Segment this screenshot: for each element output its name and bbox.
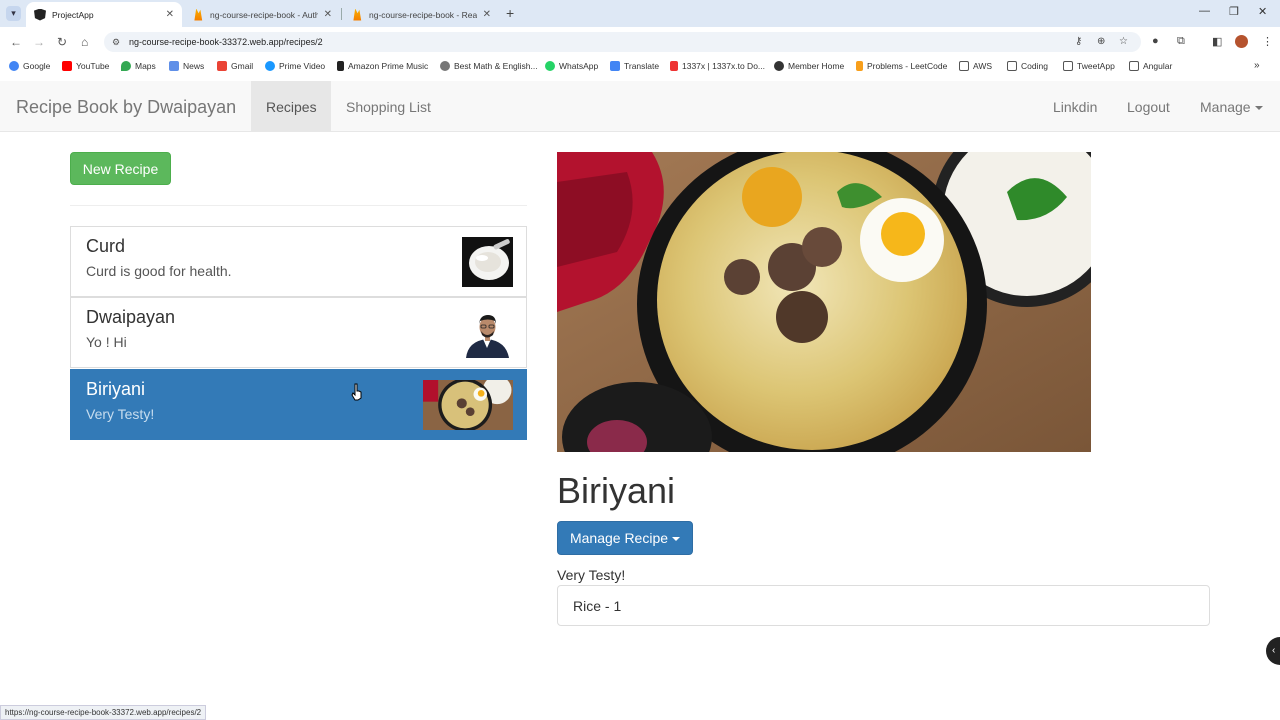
manage-recipe-dropdown[interactable]: Manage Recipe [557,521,693,555]
recipe-name: Curd [86,236,126,256]
recipe-description: Very Testy! [557,567,626,583]
folder-icon [1129,61,1139,71]
recipe-title: Biriyani [557,470,676,511]
bookmark-folder-angular[interactable]: Angular [1129,61,1172,71]
folder-icon [1063,61,1073,71]
tab-auth[interactable]: ng-course-recipe-book - Authe ✕ [184,2,340,27]
bookmarks-overflow-icon[interactable]: » [1254,60,1260,71]
reload-icon[interactable]: ↻ [57,35,67,49]
extension-icon[interactable]: ● [1152,35,1159,47]
nav-manage-dropdown[interactable]: Manage [1200,99,1263,115]
bookmark-prime-video[interactable]: Prime Video [265,61,325,71]
divider [70,205,527,206]
forward-icon[interactable]: → [33,35,45,49]
home-icon[interactable]: ⌂ [81,35,88,49]
caret-down-icon [1254,106,1263,111]
google-icon [9,61,19,71]
status-bar-url: https://ng-course-recipe-book-33372.web.… [0,705,207,720]
recipe-description: Curd is good for health. [86,263,232,279]
tab-search-icon[interactable]: ▾ [6,6,21,21]
bookmark-star-icon[interactable]: ☆ [1119,36,1128,47]
floating-action-icon[interactable]: ‹ [1266,637,1280,665]
side-panel-icon[interactable]: ◧ [1212,35,1222,48]
biriyani-thumbnail [423,380,513,430]
bookmark-google[interactable]: Google [9,61,50,71]
nav-linkdin[interactable]: Linkdin [1053,99,1097,115]
bookmark-news[interactable]: News [169,61,204,71]
tab-separator [341,8,342,20]
prime-video-icon [265,61,275,71]
close-icon[interactable]: ✕ [483,9,491,20]
angular-favicon-icon [34,8,46,21]
x-logo-icon [670,61,678,71]
nav-recipes[interactable]: Recipes [266,99,317,115]
bookmark-folder-coding[interactable]: Coding [1007,61,1048,71]
gmail-icon [217,61,227,71]
recipe-hero-image [557,152,1091,452]
recipe-list-item-curd[interactable]: Curd Curd is good for health. [70,226,527,297]
nav-shopping-list[interactable]: Shopping List [346,99,431,115]
tab-projectapp[interactable]: ProjectApp ✕ [26,2,182,27]
globe-icon [774,61,784,71]
recipe-description: Very Testy! [86,406,155,422]
bookmark-1337x[interactable]: 1337x | 1337x.to Do... [670,61,765,71]
bookmark-youtube[interactable]: YouTube [62,61,109,71]
bookmark-folder-aws[interactable]: AWS [959,61,992,71]
recipe-list-item-dwaipayan[interactable]: Dwaipayan Yo ! Hi [70,297,527,368]
firebase-favicon-icon [194,8,203,21]
ingredient-text: Rice - 1 [573,598,622,614]
browser-menu-icon[interactable]: ⋮ [1262,35,1273,48]
youtube-icon [62,61,72,71]
bookmark-maps[interactable]: Maps [121,61,156,71]
zoom-icon[interactable]: ⊕ [1097,36,1105,47]
site-info-icon[interactable]: ⚙ [112,37,120,48]
news-icon [169,61,179,71]
globe-icon [440,61,450,71]
profile-avatar[interactable] [1235,35,1248,48]
close-icon[interactable]: ✕ [166,9,174,20]
ingredient-list-item[interactable]: Rice - 1 [557,585,1210,626]
amazon-icon [337,61,344,71]
whatsapp-icon [545,61,555,71]
tab-realtime[interactable]: ng-course-recipe-book - Realti ✕ [343,2,499,27]
folder-icon [959,61,969,71]
address-url[interactable]: ng-course-recipe-book-33372.web.app/reci… [129,37,323,47]
portrait-thumbnail [462,308,513,358]
minimize-icon[interactable]: — [1199,5,1210,17]
bookmark-leetcode[interactable]: Problems - LeetCode [856,61,947,71]
recipe-description: Yo ! Hi [86,334,127,350]
bookmark-gmail[interactable]: Gmail [217,61,253,71]
new-recipe-button[interactable]: New Recipe [70,152,171,185]
bookmark-folder-tweetapp[interactable]: TweetApp [1063,61,1115,71]
recipe-name: Biriyani [86,379,146,399]
recipe-list-item-biriyani[interactable]: Biriyani Very Testy! [70,369,527,440]
bookmark-best-math[interactable]: Best Math & English... [440,61,538,71]
recipe-name: Dwaipayan [86,307,176,327]
bookmark-amazon-music[interactable]: Amazon Prime Music [337,61,428,71]
curd-thumbnail [462,237,513,287]
hand-cursor-icon [351,383,362,401]
leetcode-icon [856,61,863,71]
new-tab-plus-icon[interactable]: + [506,5,514,21]
password-key-icon[interactable]: ⚷ [1075,36,1082,47]
caret-down-icon [672,537,681,542]
translate-icon [610,61,620,71]
folder-icon [1007,61,1017,71]
maps-icon [121,61,131,71]
close-icon[interactable]: ✕ [324,9,332,20]
window-close-icon[interactable]: ✕ [1258,5,1267,18]
back-icon[interactable]: ← [10,35,22,49]
restore-icon[interactable]: ❐ [1229,5,1239,18]
nav-logout[interactable]: Logout [1127,99,1170,115]
firebase-favicon-icon [353,8,362,21]
extensions-puzzle-icon[interactable]: ⧉ [1177,35,1185,48]
navbar-brand[interactable]: Recipe Book by Dwaipayan [16,97,236,118]
bookmark-whatsapp[interactable]: WhatsApp [545,61,598,71]
bookmark-translate[interactable]: Translate [610,61,659,71]
bookmark-member-home[interactable]: Member Home [774,61,844,71]
